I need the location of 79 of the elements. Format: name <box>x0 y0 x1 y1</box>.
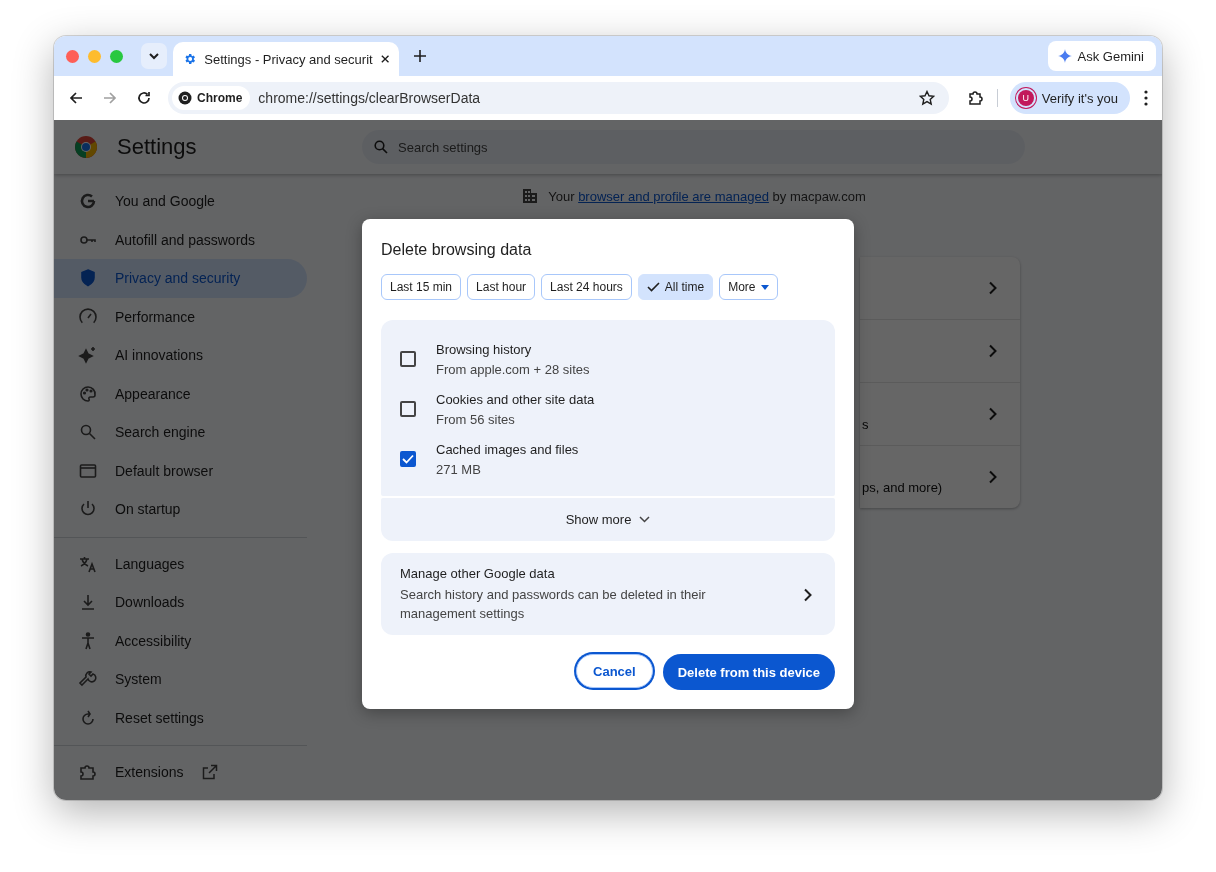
sparkle-icon <box>78 345 98 366</box>
forward-icon[interactable] <box>102 90 118 106</box>
close-icon[interactable] <box>380 54 389 64</box>
chevron-down-icon <box>148 50 160 62</box>
time-range-chip[interactable]: Last 24 hours <box>541 274 632 300</box>
item-title: Browsing history <box>436 341 533 357</box>
checkbox[interactable] <box>400 401 416 417</box>
chevron-down-icon <box>639 516 651 523</box>
item-title: Cookies and other site data <box>436 391 595 407</box>
reload-icon[interactable] <box>136 90 152 106</box>
sidebar-item[interactable]: Downloads <box>54 583 307 622</box>
item-subtitle: From apple.com + 28 sites <box>436 361 590 377</box>
row-subtitle: ps, and more) <box>862 478 943 495</box>
sidebar-item[interactable]: Autofill and passwords <box>54 220 307 259</box>
chrome-logo-icon <box>74 135 98 159</box>
chevron-right-icon[interactable] <box>988 470 998 484</box>
sidebar-item[interactable]: System <box>54 660 307 699</box>
star-icon[interactable] <box>918 90 935 106</box>
more-icon[interactable] <box>1144 90 1148 106</box>
item-subtitle: From 56 sites <box>436 411 516 427</box>
avatar: U <box>1017 90 1034 106</box>
checkbox[interactable] <box>400 451 416 467</box>
chevron-right-icon[interactable] <box>988 344 998 358</box>
address-bar[interactable]: Chrome chrome://settings/clearBrowserData <box>168 82 949 114</box>
item-title: Cached images and files <box>436 441 579 457</box>
cancel-button[interactable]: Cancel <box>576 654 653 688</box>
settings-title: Settings <box>117 134 197 160</box>
building-icon <box>522 188 539 204</box>
chevron-right-icon <box>803 587 813 602</box>
row-title: Manage other Google data <box>400 566 556 581</box>
check-icon <box>646 282 660 292</box>
gear-icon <box>183 51 197 67</box>
row-subtitle: s <box>862 415 869 432</box>
shield-icon <box>78 268 98 289</box>
sidebar-item[interactable]: You and Google <box>54 182 307 221</box>
profile-button[interactable]: U Verify it's you <box>1009 82 1130 114</box>
chevron-right-icon[interactable] <box>988 407 998 421</box>
dropdown-arrow-icon <box>760 284 769 290</box>
puzzle-icon[interactable] <box>966 89 985 107</box>
back-icon[interactable] <box>68 90 84 106</box>
palette-icon <box>78 383 98 404</box>
dialog-title: Delete browsing data <box>381 241 533 259</box>
tab-search-button[interactable] <box>141 43 167 69</box>
sidebar-item[interactable]: Accessibility <box>54 621 307 660</box>
search-field[interactable]: Search settings <box>362 130 1025 164</box>
sidebar-item[interactable]: Search engine <box>54 413 307 452</box>
sparkle-icon <box>1057 49 1072 63</box>
checkbox[interactable] <box>400 351 416 367</box>
sidebar-item[interactable]: Extensions <box>54 753 307 792</box>
puzzle-icon <box>78 762 98 783</box>
sidebar-item[interactable]: Default browser <box>54 451 307 490</box>
row-description: Search history and passwords can be deleted in their management settings <box>400 586 707 623</box>
chrome-logo-icon <box>178 91 192 105</box>
sidebar-item[interactable]: Privacy and security <box>54 259 307 298</box>
time-range-chip[interactable]: More <box>719 274 778 300</box>
time-range-chip[interactable]: Last 15 min <box>381 274 462 300</box>
time-range-chip[interactable]: Last hour <box>467 274 536 300</box>
delete-button[interactable]: Delete from this device <box>662 654 835 690</box>
site-chip[interactable]: Chrome <box>172 86 251 110</box>
search-icon <box>374 140 388 154</box>
sidebar-item[interactable]: On startup <box>54 490 307 529</box>
sidebar-item[interactable]: Reset settings <box>54 698 307 737</box>
managed-notice: Your browser and profile are managed by macpaw.com <box>548 188 866 204</box>
sidebar-item[interactable]: Languages <box>54 544 307 583</box>
url-text: chrome://settings/clearBrowserData <box>258 90 481 106</box>
chevron-right-icon[interactable] <box>988 281 998 295</box>
browser-tab[interactable]: Settings - Privacy and securit <box>173 42 399 76</box>
sidebar-item[interactable]: Performance <box>54 297 307 336</box>
sidebar-item[interactable]: Appearance <box>54 374 307 413</box>
time-range-chip[interactable]: All time <box>637 274 714 300</box>
external-link-icon <box>202 764 219 781</box>
search-input[interactable]: Search settings <box>396 138 1013 156</box>
show-more-button[interactable]: Show more <box>381 498 835 541</box>
ask-gemini-button[interactable]: Ask Gemini <box>1047 41 1156 71</box>
item-subtitle: 271 MB <box>436 461 482 477</box>
managed-link[interactable]: browser and profile are managed <box>578 188 769 204</box>
manage-google-data-row[interactable]: Manage other Google data Search history and passwords can be deleted in their management settings <box>381 553 835 635</box>
sidebar-item[interactable]: AI innovations <box>54 336 307 375</box>
new-tab-icon[interactable] <box>413 49 427 63</box>
